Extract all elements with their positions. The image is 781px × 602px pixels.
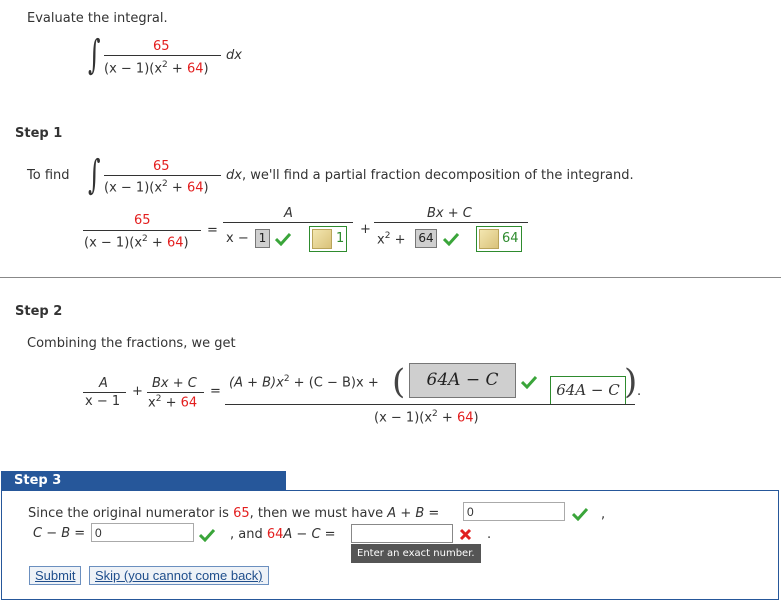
step1-rhs2-denominator: x2 +: [377, 231, 406, 248]
integral-sign: ∫: [88, 32, 101, 78]
step2-bc-numerator: Bx + C: [152, 376, 197, 391]
step2-bc-denominator: x2 + 64: [148, 394, 198, 411]
rhs1-answer-box[interactable]: 1: [255, 229, 270, 248]
rhs2-answer-box[interactable]: 64: [415, 229, 437, 248]
fraction-bar: [83, 392, 126, 393]
step1-tail-text: dx, we'll find a partial fraction decomp…: [226, 168, 634, 183]
rhs2-key-box[interactable]: 64: [476, 226, 522, 252]
step1-heading: Step 1: [15, 126, 63, 141]
step3-line1: Since the original numerator is 65, then…: [28, 506, 440, 521]
rhs1-key-value: 1: [336, 231, 345, 246]
step2-period: .: [637, 384, 642, 399]
submit-button[interactable]: Submit: [29, 566, 82, 585]
equals-sign: =: [210, 384, 221, 399]
check-icon: [521, 375, 537, 389]
step1-numerator: 65: [153, 159, 170, 174]
rhs2-key-value: 64: [502, 231, 519, 246]
step3-line2-text: , and 64A − C =: [230, 527, 336, 542]
integral-sign: ∫: [88, 152, 101, 198]
check-icon: [199, 528, 215, 542]
a-plus-b-input[interactable]: [463, 502, 565, 521]
tooltip-enter-exact: Enter an exact number.: [351, 544, 481, 563]
fraction-bar: [104, 55, 221, 56]
step2-heading: Step 2: [15, 304, 63, 319]
rhs1-key-box[interactable]: 1: [309, 226, 347, 252]
fraction-bar: [104, 175, 221, 176]
step2-answer-box[interactable]: 64A − C: [409, 363, 516, 398]
equals-sign: =: [207, 223, 218, 238]
error-x-icon: [459, 528, 472, 541]
fraction-bar: [83, 230, 201, 231]
step1-lhs-denominator: (x − 1)(x2 + 64): [84, 234, 189, 251]
step1-denominator: (x − 1)(x2 + 64): [104, 179, 209, 196]
step3-period: .: [487, 527, 492, 542]
step1-lhs-numerator: 65: [134, 213, 151, 228]
step3-heading: Step 3: [1, 471, 286, 490]
fraction-bar: [147, 392, 204, 393]
check-icon: [275, 232, 291, 246]
step2-a-numerator: A: [99, 376, 108, 391]
step2-combined-denominator: (x − 1)(x2 + 64): [374, 409, 479, 426]
problem-prompt: Evaluate the integral.: [27, 11, 168, 26]
fraction-bar: [223, 222, 353, 223]
step2-text: Combining the fractions, we get: [27, 336, 236, 351]
step1-rhs1-denominator: x −: [226, 231, 249, 246]
step3-line2-eq: C − B =: [33, 526, 86, 541]
step2-combined-numerator: (A + B)x2 + (C − B)x +: [229, 374, 379, 391]
step1-rhs1-numerator: A: [284, 206, 293, 221]
fraction-bar: [374, 222, 528, 223]
c-minus-b-input[interactable]: [91, 523, 194, 542]
key-icon: [479, 229, 499, 249]
step2-answer-key[interactable]: 64A − C: [550, 376, 626, 405]
problem-numerator: 65: [153, 39, 170, 54]
plus-sign: +: [132, 384, 143, 399]
step1-rhs2-numerator: Bx + C: [427, 206, 472, 221]
problem-dx: dx: [226, 48, 242, 63]
check-icon: [572, 507, 588, 521]
open-paren: (: [392, 362, 406, 402]
check-icon: [443, 232, 459, 246]
step3-comma1: ,: [601, 507, 606, 522]
close-paren: ): [624, 362, 638, 402]
step-divider: [0, 277, 781, 278]
64a-minus-c-input[interactable]: [351, 524, 453, 543]
key-icon: [312, 229, 332, 249]
problem-denominator: (x − 1)(x2 + 64): [104, 60, 209, 77]
step2-a-denominator: x − 1: [85, 394, 121, 409]
skip-button[interactable]: Skip (you cannot come back): [89, 566, 269, 585]
plus-sign: +: [360, 222, 371, 237]
fraction-bar: [225, 404, 635, 405]
step1-to-find: To find: [27, 168, 70, 183]
